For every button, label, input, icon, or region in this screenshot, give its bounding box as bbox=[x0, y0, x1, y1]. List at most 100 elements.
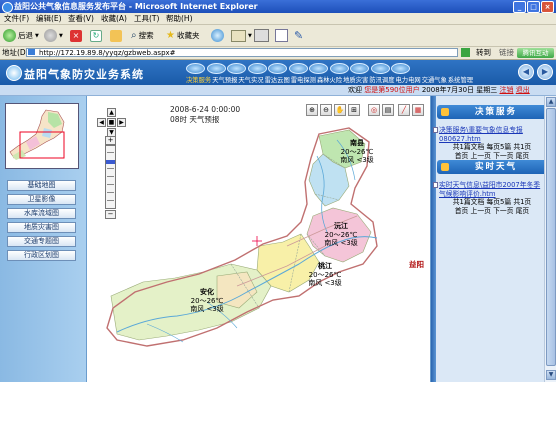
zoom-minus-icon[interactable]: − bbox=[105, 210, 116, 219]
nav-flood-control[interactable]: 防汛调度 bbox=[369, 75, 394, 84]
menu-view[interactable]: 查看(V) bbox=[68, 13, 94, 24]
nav-system-admin[interactable]: 系统管理 bbox=[448, 75, 473, 84]
nav-decision-service[interactable]: 决策服务 bbox=[186, 75, 211, 84]
region-label-taojiang: 桃江 20～26℃ 南风 <3级 bbox=[305, 262, 345, 288]
go-arrow-icon bbox=[461, 48, 470, 57]
links-button[interactable]: 链接 bbox=[499, 47, 514, 59]
nav-weather-forecast[interactable]: 天气预报 bbox=[212, 75, 237, 84]
zoom-plus-icon[interactable]: + bbox=[105, 136, 116, 145]
flood-control-icon[interactable] bbox=[329, 63, 349, 74]
nav-forest-fire[interactable]: 森林火险 bbox=[317, 75, 342, 84]
scroll-down-icon[interactable]: ▼ bbox=[546, 370, 556, 380]
sidebar-traffic[interactable]: 交通专题图 bbox=[7, 236, 76, 247]
favorites-button[interactable]: ★ 收藏夹 bbox=[166, 28, 199, 43]
lightning-icon[interactable] bbox=[268, 63, 287, 74]
discuss-button[interactable]: ✎ bbox=[294, 28, 303, 43]
forward-arrow-icon bbox=[44, 29, 57, 42]
ie-icon bbox=[2, 2, 13, 13]
zoom-in-icon[interactable]: ⊕ bbox=[306, 104, 318, 116]
menu-help[interactable]: 帮助(H) bbox=[166, 13, 193, 24]
pan-center-icon[interactable]: ■ bbox=[107, 118, 116, 127]
pan-right-icon[interactable]: ▶ bbox=[117, 118, 126, 127]
geo-hazard-icon[interactable] bbox=[309, 63, 328, 74]
decision-service-icon[interactable] bbox=[186, 63, 205, 74]
decision-doc-link[interactable]: 决策服务\重要气象信息专报080627.htm bbox=[439, 126, 541, 143]
sidebar-admin-division[interactable]: 行政区划图 bbox=[7, 250, 76, 261]
overview-map-thumbnail[interactable] bbox=[5, 103, 79, 169]
system-admin-icon[interactable] bbox=[391, 63, 410, 74]
region-wind: 南风 <3级 bbox=[190, 305, 224, 313]
history-icon bbox=[211, 29, 224, 42]
menu-file[interactable]: 文件(F) bbox=[4, 13, 29, 24]
sidebar-reservoir[interactable]: 水库流域图 bbox=[7, 208, 76, 219]
back-button[interactable]: 后退 ▼ bbox=[3, 28, 39, 43]
home-button[interactable] bbox=[110, 28, 122, 43]
forest-fire-icon[interactable] bbox=[288, 63, 308, 74]
traffic-weather-icon[interactable] bbox=[370, 63, 390, 74]
zoom-slider[interactable] bbox=[105, 145, 116, 209]
address-input[interactable]: http://172.19.89.8/yyqz/gzbweb.aspx# bbox=[26, 48, 458, 57]
lifebuoy-icon[interactable]: ◎ bbox=[368, 104, 380, 116]
pan-hand-icon[interactable]: ✋ bbox=[334, 104, 346, 116]
nav-lightning[interactable]: 雷电探测 bbox=[291, 75, 316, 84]
ruler-icon[interactable]: ▦ bbox=[412, 104, 424, 116]
nav-right-arrow-icon[interactable]: ▶ bbox=[537, 64, 553, 80]
print-button[interactable] bbox=[254, 28, 269, 43]
refresh-button[interactable]: ↻ bbox=[90, 28, 102, 43]
nav-geo-hazard[interactable]: 地质灾害 bbox=[343, 75, 368, 84]
pan-left-icon[interactable]: ◀ bbox=[97, 118, 106, 127]
radar-icon[interactable] bbox=[247, 63, 267, 74]
sidebar-satellite[interactable]: 卫星影像 bbox=[7, 194, 76, 205]
menu-tools[interactable]: 工具(T) bbox=[134, 13, 159, 24]
sidebar-geo-hazard[interactable]: 地质灾害图 bbox=[7, 222, 76, 233]
stop-button[interactable]: × bbox=[70, 28, 82, 43]
menu-bar: 文件(F) 编辑(E) 查看(V) 收藏(A) 工具(T) 帮助(H) bbox=[0, 13, 556, 25]
full-extent-icon[interactable]: ⊞ bbox=[348, 104, 360, 116]
pan-up-icon[interactable]: ▲ bbox=[107, 108, 116, 117]
decision-pager-info: 共1篇文档 每页5篇 共1页 bbox=[452, 143, 532, 151]
close-button[interactable]: × bbox=[541, 1, 554, 13]
map-crosshair-icon bbox=[252, 236, 262, 246]
nav-power-grid[interactable]: 电力电网 bbox=[396, 75, 421, 84]
search-button[interactable]: ⌕ 搜索 bbox=[131, 28, 154, 43]
power-grid-icon[interactable] bbox=[350, 63, 369, 74]
print-map-icon[interactable]: ▤ bbox=[382, 104, 394, 116]
toolbar-extension-button[interactable]: 腾讯互动 bbox=[517, 48, 554, 58]
menu-favorites[interactable]: 收藏(A) bbox=[101, 13, 127, 24]
eraser-icon[interactable]: ╱ bbox=[398, 104, 410, 116]
zoom-slider-thumb[interactable] bbox=[106, 160, 115, 164]
realtime-pager-nav[interactable]: 首页 上一页 下一页 尾页 bbox=[447, 207, 537, 216]
page-scrollbar[interactable]: ▲ ▼ bbox=[544, 96, 556, 382]
app-header: 益阳气象防灾业务系统 决策服务 天气预报 天气实况 雷达云图 雷电探测 森林火险… bbox=[0, 60, 556, 85]
maximize-button[interactable]: □ bbox=[527, 1, 540, 13]
decision-pager-nav[interactable]: 首页 上一页 下一页 尾页 bbox=[447, 152, 537, 161]
current-weekday: 星期三 bbox=[476, 86, 498, 94]
go-button[interactable] bbox=[461, 48, 470, 57]
exit-link[interactable]: 退出 bbox=[516, 86, 530, 94]
address-bar: 地址(D) http://172.19.89.8/yyqz/gzbweb.asp… bbox=[0, 47, 556, 60]
sidebar-base-map[interactable]: 基础地图 bbox=[7, 180, 76, 191]
history-button[interactable] bbox=[211, 28, 224, 43]
edit-button[interactable] bbox=[275, 28, 288, 43]
printer-icon bbox=[254, 29, 269, 42]
realtime-doc-link[interactable]: 实时天气信息\益阳市2007年冬季气候影响评价.htm bbox=[439, 181, 541, 198]
folder-icon bbox=[441, 108, 449, 116]
nav-radar[interactable]: 雷达云图 bbox=[265, 75, 290, 84]
weather-live-icon[interactable] bbox=[227, 63, 246, 74]
menu-edit[interactable]: 编辑(E) bbox=[36, 13, 62, 24]
region-label-anhua: 安化 20～26℃ 南风 <3级 bbox=[187, 288, 227, 314]
nav-traffic-weather[interactable]: 交通气象 bbox=[422, 75, 447, 84]
scroll-thumb[interactable] bbox=[546, 108, 556, 366]
nav-left-arrow-icon[interactable]: ◀ bbox=[518, 64, 534, 80]
minimize-button[interactable]: _ bbox=[513, 1, 526, 13]
mail-button[interactable]: ▼ bbox=[231, 28, 252, 43]
weather-forecast-icon[interactable] bbox=[206, 63, 226, 74]
scroll-up-icon[interactable]: ▲ bbox=[546, 97, 556, 107]
logout-link[interactable]: 注销 bbox=[500, 86, 514, 94]
forward-button[interactable]: ▼ bbox=[44, 28, 63, 43]
zoom-out-icon[interactable]: ⊖ bbox=[320, 104, 332, 116]
search-label: 搜索 bbox=[138, 31, 154, 40]
map-area[interactable]: 南县 20～26℃ 南风 <3级 沅江 20～26℃ 南风 <3级 益阳 桃江 … bbox=[87, 96, 430, 382]
nav-weather-live[interactable]: 天气实况 bbox=[238, 75, 263, 84]
go-label[interactable]: 转到 bbox=[476, 47, 491, 59]
